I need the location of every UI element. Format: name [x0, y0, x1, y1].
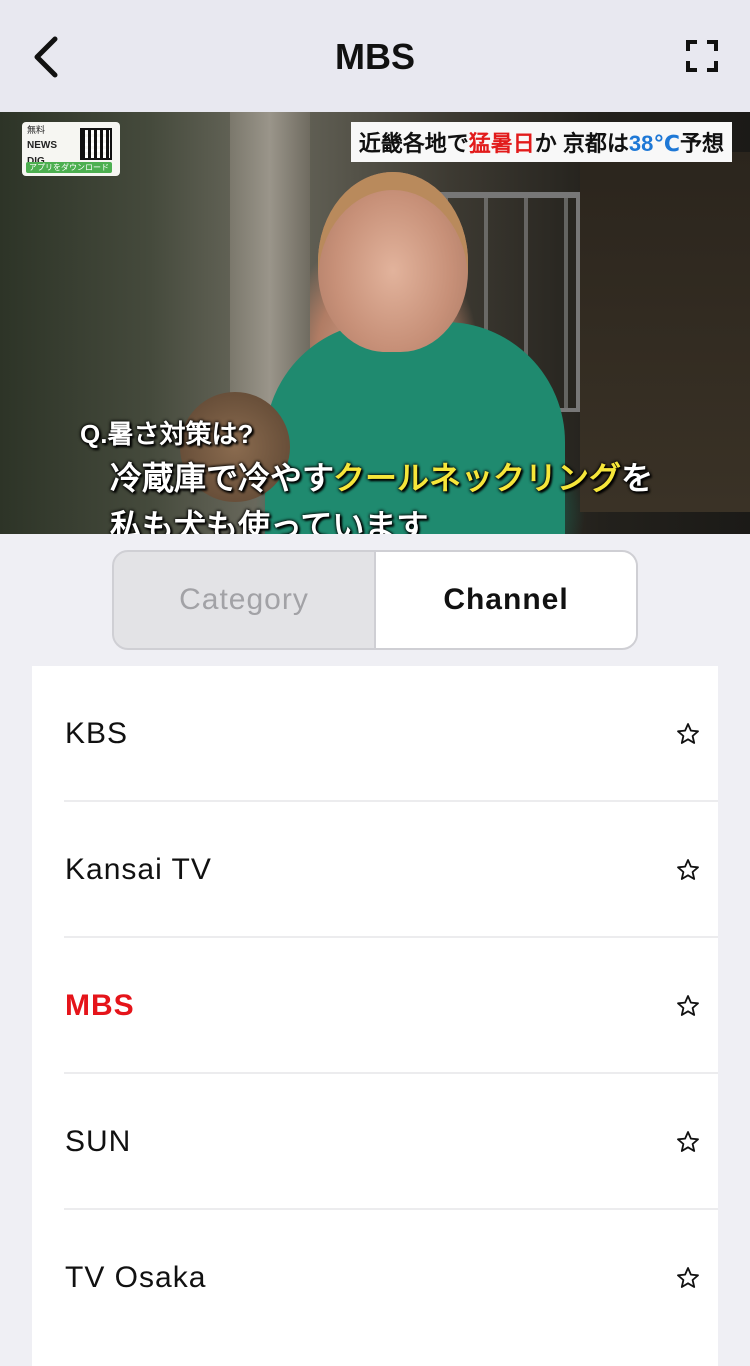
video-person-head [318, 172, 468, 352]
channel-row-tv-osaka[interactable]: TV Osaka [32, 1210, 718, 1346]
navigation-bar: MBS [0, 0, 750, 112]
news-dig-logo: 無料 NEWS DIG アプリをダウンロード [22, 122, 120, 176]
headline-part1: 近畿各地で [358, 131, 469, 156]
headline-part4: 38℃ [628, 131, 680, 156]
channel-row-kbs[interactable]: KBS [32, 666, 718, 802]
tab-channel[interactable]: Channel [374, 552, 636, 648]
star-outline-icon[interactable] [676, 722, 700, 746]
video-caption: Q.暑さ対策は? 冷蔵庫で冷やすクールネックリングを 私も犬も使っています [80, 414, 653, 534]
caption-line1: 冷蔵庫で冷やすクールネックリングを [110, 453, 653, 499]
star-outline-icon[interactable] [676, 858, 700, 882]
caption-question: Q.暑さ対策は? [80, 419, 254, 449]
star-outline-icon[interactable] [676, 1266, 700, 1290]
channel-name: KBS [65, 717, 129, 750]
logo-cta: アプリをダウンロード [26, 162, 112, 173]
channel-list: KBS Kansai TV MBS SUN TV Osaka [32, 666, 718, 1366]
caption-line2: 私も犬も使っています [110, 508, 429, 534]
segmented-control: Category Channel [112, 550, 638, 650]
video-player[interactable]: 無料 NEWS DIG アプリをダウンロード 近畿各地で猛暑日か 京都は38℃予… [0, 112, 750, 534]
tab-category[interactable]: Category [114, 552, 374, 648]
fullscreen-button[interactable] [680, 36, 724, 76]
page-title: MBS [335, 36, 415, 77]
caption-line1-end: を [621, 460, 654, 496]
qr-code-icon [80, 128, 112, 160]
channel-name: SUN [65, 1125, 132, 1158]
star-outline-icon[interactable] [676, 1130, 700, 1154]
headline-part2: 猛暑日 [468, 131, 535, 156]
caption-line1-yellow: クールネックリング [333, 460, 622, 496]
headline-part5: 予想 [679, 131, 724, 156]
channel-row-sun[interactable]: SUN [32, 1074, 718, 1210]
headline-part3: か 京都は [534, 131, 629, 156]
fullscreen-icon [686, 40, 718, 72]
channel-name: Kansai TV [65, 853, 212, 886]
news-headline: 近畿各地で猛暑日か 京都は38℃予想 [350, 122, 732, 162]
channel-name: TV Osaka [65, 1261, 207, 1294]
star-outline-icon[interactable] [676, 994, 700, 1018]
caption-line1-white: 冷蔵庫で冷やす [110, 460, 334, 496]
channel-row-mbs[interactable]: MBS [32, 938, 718, 1074]
channel-row-kansai-tv[interactable]: Kansai TV [32, 802, 718, 938]
channel-name-active: MBS [65, 989, 135, 1022]
